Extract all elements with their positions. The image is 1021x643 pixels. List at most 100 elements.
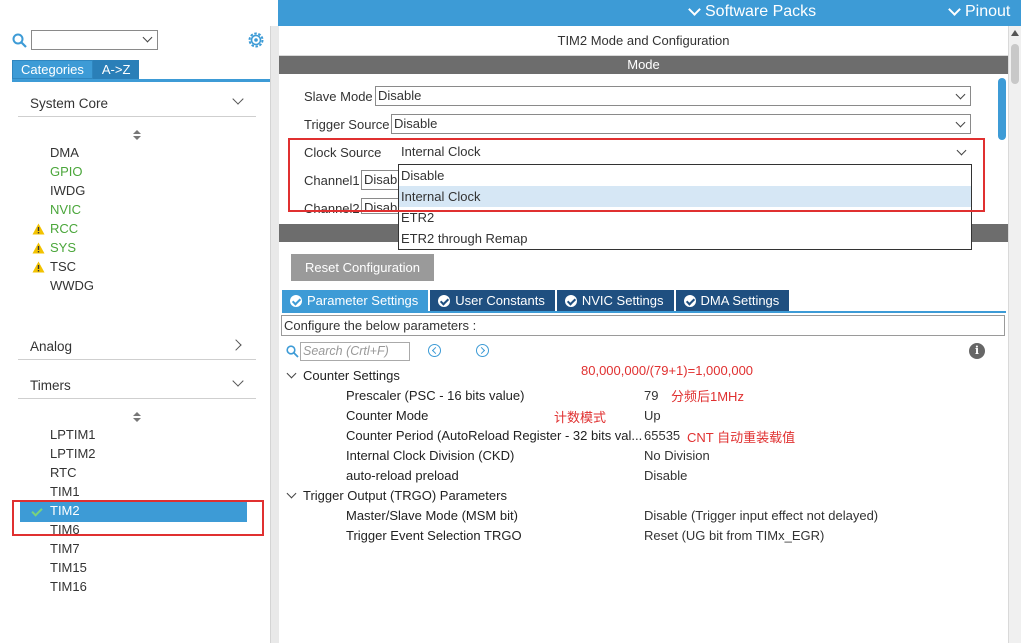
top-bar: Software Packs Pinout [0, 0, 1021, 26]
scroll-thumb[interactable] [1011, 44, 1019, 84]
clock-option-etr2-remap[interactable]: ETR2 through Remap [399, 228, 971, 249]
tab-dma-settings-label: DMA Settings [700, 293, 780, 308]
slave-mode-label: Slave Mode [304, 89, 373, 104]
counter-settings-title: Counter Settings [303, 368, 400, 383]
info-icon[interactable]: i [969, 343, 985, 359]
pinout-label: Pinout [965, 3, 1011, 20]
pinout-menu[interactable]: Pinout [948, 3, 1011, 21]
software-packs-label: Software Packs [705, 3, 817, 20]
list-item-tim15[interactable]: TIM15 [50, 559, 87, 577]
list-item-gpio[interactable]: GPIO [50, 163, 83, 181]
param-name-msm: Master/Slave Mode (MSM bit) [346, 508, 518, 523]
annotation-counter-mode: 计数模式 [554, 410, 607, 425]
annotation-period: CNT 自动重装载值 [687, 430, 796, 445]
sort-icon[interactable] [133, 412, 141, 422]
parameter-search-input[interactable]: Search (Crtl+F) [300, 342, 410, 361]
param-value-counter-period[interactable]: 65535 [644, 428, 680, 443]
param-value-msm[interactable]: Disable (Trigger input effect not delaye… [644, 508, 878, 523]
chevron-down-icon [232, 93, 244, 105]
list-item-lptim2[interactable]: LPTIM2 [50, 445, 96, 463]
check-circle-icon [683, 295, 696, 307]
chevron-down-icon [948, 3, 961, 16]
list-item-tim7[interactable]: TIM7 [50, 540, 80, 558]
param-name-clock-division: Internal Clock Division (CKD) [346, 448, 515, 463]
group-system-core[interactable]: System Core [18, 89, 256, 117]
list-item-sys[interactable]: SYS [50, 239, 76, 257]
reset-configuration-button[interactable]: Reset Configuration [291, 254, 434, 281]
tab-user-constants-label: User Constants [455, 293, 545, 308]
check-circle-icon [438, 295, 451, 307]
chevron-down-icon [955, 89, 966, 100]
next-match-icon[interactable] [476, 344, 489, 357]
check-circle-icon [290, 295, 302, 307]
parameter-tabs: Parameter Settings User Constants NVIC S… [282, 290, 791, 312]
group-timers[interactable]: Timers [18, 371, 256, 399]
slave-mode-value: Disable [378, 88, 422, 103]
category-search-input[interactable] [31, 30, 158, 50]
slave-mode-select[interactable]: Disable [375, 86, 971, 106]
chevron-down-icon [688, 3, 701, 16]
check-circle-icon [564, 295, 577, 307]
param-value-clock-division[interactable]: No Division [644, 448, 710, 463]
list-item-nvic[interactable]: NVIC [50, 201, 81, 219]
list-item-wwdg[interactable]: WWDG [50, 277, 94, 295]
tab-categories[interactable]: Categories [12, 60, 93, 79]
chevron-down-icon [286, 488, 297, 499]
group-analog-label: Analog [30, 339, 73, 354]
group-system-core-label: System Core [30, 96, 109, 111]
group-timers-label: Timers [30, 378, 71, 393]
sort-icon[interactable] [133, 130, 141, 140]
counter-settings-section[interactable]: Counter Settings [286, 368, 400, 383]
tab-nvic-settings[interactable]: NVIC Settings [556, 290, 674, 312]
list-item-dma[interactable]: DMA [50, 144, 79, 162]
highlight-box-tim2 [12, 500, 264, 536]
right-panel-scrollbar[interactable] [1008, 26, 1021, 643]
param-value-trgo[interactable]: Reset (UG bit from TIMx_EGR) [644, 528, 824, 543]
param-value-auto-reload[interactable]: Disable [644, 468, 687, 483]
param-name-prescaler: Prescaler (PSC - 16 bits value) [346, 388, 525, 403]
tab-dma-settings[interactable]: DMA Settings [675, 290, 790, 312]
previous-match-icon[interactable] [428, 344, 441, 357]
configuration-panel: TIM2 Mode and Configuration Mode Slave M… [279, 26, 1008, 643]
category-tabs: Categories A->Z [12, 60, 140, 79]
list-item-lptim1[interactable]: LPTIM1 [50, 426, 96, 444]
highlight-box-clock-source [288, 138, 985, 212]
param-value-counter-mode[interactable]: Up [644, 408, 661, 423]
annotation-formula: 80,000,000/(79+1)=1,000,000 [581, 363, 754, 378]
categories-panel: Categories A->Z System Core DMA GPIO IWD… [0, 26, 271, 643]
search-icon [12, 33, 27, 48]
chevron-down-icon [286, 368, 297, 379]
tab-underline [12, 79, 270, 82]
list-item-iwdg[interactable]: IWDG [50, 182, 85, 200]
chevron-down-icon [955, 117, 966, 128]
trigger-output-section[interactable]: Trigger Output (TRGO) Parameters [286, 488, 507, 503]
panel-title: TIM2 Mode and Configuration [279, 26, 1008, 56]
tab-a-to-z[interactable]: A->Z [92, 60, 140, 79]
tab-parameter-settings[interactable]: Parameter Settings [282, 290, 429, 312]
tab-user-constants[interactable]: User Constants [430, 290, 555, 312]
tab-underline [282, 311, 1006, 313]
software-packs-menu[interactable]: Software Packs [688, 3, 817, 21]
annotation-prescaler: 分频后1MHz [671, 389, 744, 404]
list-item-tim1[interactable]: TIM1 [50, 483, 80, 501]
list-item-tsc[interactable]: TSC [50, 258, 76, 276]
group-analog[interactable]: Analog [18, 332, 256, 360]
configure-instructions: Configure the below parameters : [281, 315, 1005, 336]
mode-header: Mode [279, 56, 1008, 74]
scroll-up-icon[interactable] [1011, 30, 1019, 36]
list-item-rtc[interactable]: RTC [50, 464, 76, 482]
warning-icon [32, 242, 45, 254]
chevron-down-icon [232, 375, 244, 387]
warning-icon [32, 223, 45, 235]
gear-icon[interactable] [246, 30, 266, 50]
left-panel-scrollbar[interactable] [271, 26, 279, 643]
tab-parameter-settings-label: Parameter Settings [307, 293, 419, 308]
mode-scrollbar[interactable] [998, 78, 1006, 140]
param-value-prescaler[interactable]: 79 [644, 388, 658, 403]
warning-icon [32, 261, 45, 273]
list-item-rcc[interactable]: RCC [50, 220, 78, 238]
trigger-source-select[interactable]: Disable [391, 114, 971, 134]
search-icon [286, 345, 299, 358]
top-bar-left-blank [0, 0, 278, 26]
list-item-tim16[interactable]: TIM16 [50, 578, 87, 596]
